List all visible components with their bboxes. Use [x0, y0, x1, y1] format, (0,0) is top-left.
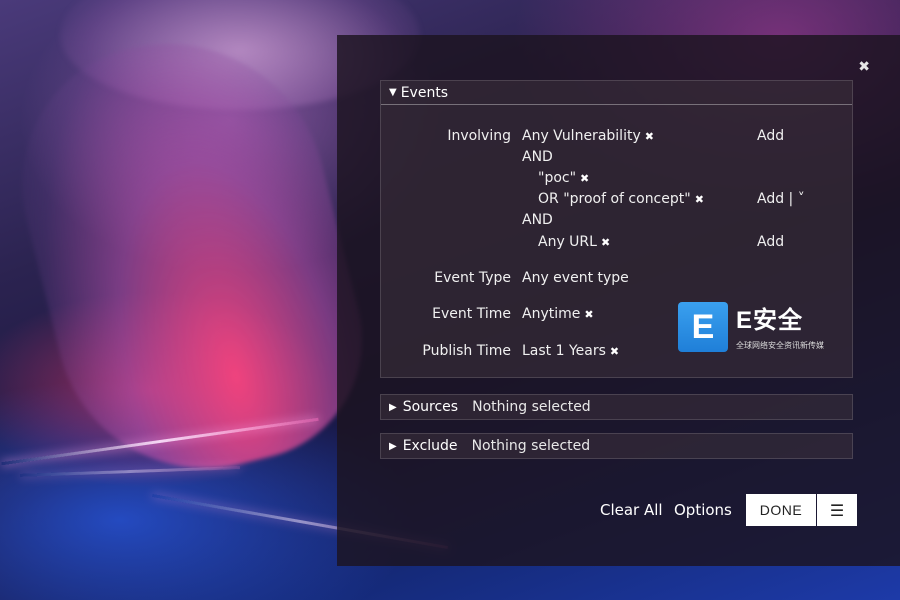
logo-e-icon: E [678, 302, 728, 352]
publish-time-label: Publish Time [422, 343, 511, 359]
publish-time-value[interactable]: Last 1 Years ✖ [522, 343, 619, 359]
add-keyword-button[interactable]: Add | ˅ [757, 191, 805, 207]
logo-subtitle: 全球网络安全资讯新传媒 [736, 341, 824, 350]
background-glow-line [20, 466, 240, 477]
remove-icon[interactable]: ✖ [601, 236, 610, 249]
add-involving-button[interactable]: Add [757, 128, 784, 144]
watermark-logo: E E安全 全球网络安全资讯新传媒 [678, 300, 828, 356]
keyword-proof-of-concept-text: OR "proof of concept" [538, 191, 691, 207]
events-header-label: Events [400, 84, 449, 101]
any-url-value[interactable]: Any URL ✖ [538, 234, 610, 250]
caret-down-icon: ▼ [389, 87, 397, 98]
remove-icon[interactable]: ✖ [580, 172, 589, 185]
event-time-text: Anytime [522, 306, 581, 322]
events-header[interactable]: ▼ Events [381, 81, 852, 105]
remove-icon[interactable]: ✖ [645, 130, 654, 143]
event-time-value[interactable]: Anytime ✖ [522, 306, 594, 322]
logo-title: E安全 [736, 307, 804, 334]
keyword-proof-of-concept[interactable]: OR "proof of concept" ✖ [538, 191, 704, 207]
caret-right-icon: ▶ [389, 401, 397, 413]
exclude-value: Nothing selected [471, 438, 591, 454]
sources-value: Nothing selected [472, 399, 591, 415]
involving-value-text: Any Vulnerability [522, 128, 641, 144]
clear-all-link[interactable]: Clear All [600, 501, 663, 519]
close-icon[interactable]: ✖ [858, 59, 870, 75]
exclude-section[interactable]: ▶ Exclude Nothing selected [380, 433, 853, 459]
publish-time-text: Last 1 Years [522, 343, 606, 359]
event-type-label: Event Type [434, 270, 511, 286]
exclude-header-label: Exclude [402, 438, 458, 454]
add-url-button[interactable]: Add [757, 234, 784, 250]
sources-header-label: Sources [402, 399, 459, 415]
keyword-poc-text: "poc" [538, 170, 577, 186]
sources-section[interactable]: ▶ Sources Nothing selected [380, 394, 853, 420]
and-operator[interactable]: AND [522, 212, 553, 228]
event-type-value[interactable]: Any event type [522, 270, 629, 286]
and-operator[interactable]: AND [522, 149, 553, 165]
done-button[interactable]: DONE [746, 494, 816, 526]
remove-icon[interactable]: ✖ [695, 193, 704, 206]
list-icon[interactable]: ☰ [817, 494, 857, 526]
remove-icon[interactable]: ✖ [610, 345, 619, 358]
involving-value[interactable]: Any Vulnerability ✖ [522, 128, 654, 144]
remove-icon[interactable]: ✖ [584, 308, 593, 321]
any-url-text: Any URL [538, 234, 597, 250]
caret-right-icon: ▶ [389, 440, 397, 452]
event-time-label: Event Time [432, 306, 511, 322]
involving-label: Involving [447, 128, 511, 144]
keyword-poc[interactable]: "poc" ✖ [538, 170, 589, 186]
options-link[interactable]: Options [674, 501, 732, 519]
